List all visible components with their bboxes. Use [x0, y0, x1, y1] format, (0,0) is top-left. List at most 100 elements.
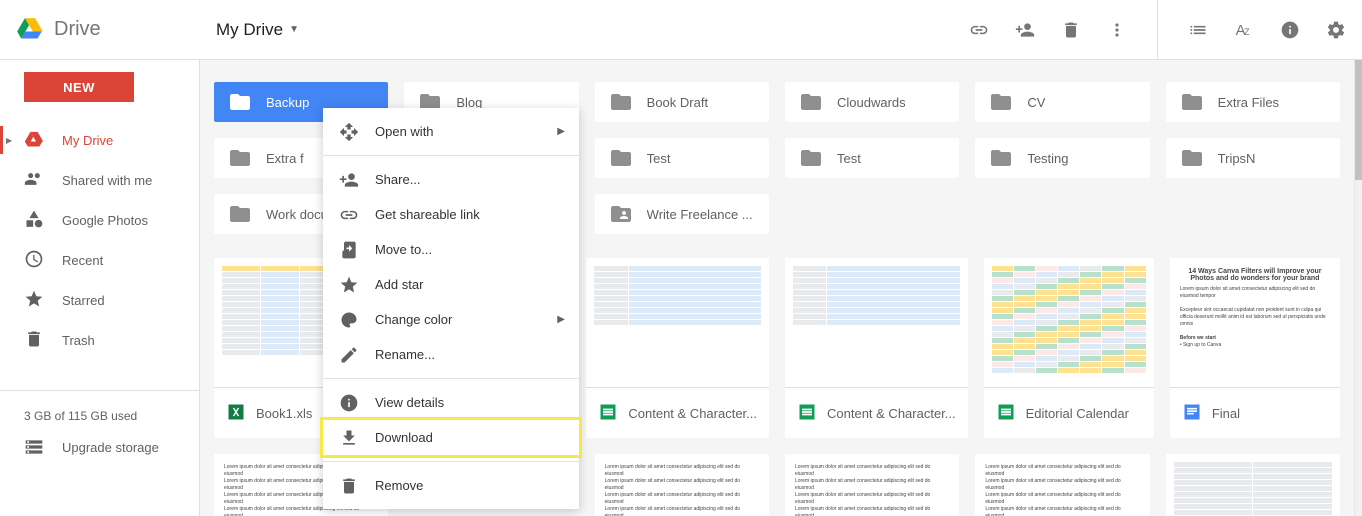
folder-icon	[989, 146, 1013, 170]
trash-icon	[24, 329, 62, 352]
vertical-scrollbar[interactable]	[1354, 60, 1362, 516]
menu-item-move-to[interactable]: Move to...	[323, 232, 579, 267]
folder-label: Testing	[1027, 151, 1068, 166]
menu-item-label: View details	[375, 395, 444, 410]
folder-icon	[228, 202, 252, 226]
storage-icon	[24, 437, 44, 457]
folder-label: Cloudwards	[837, 95, 906, 110]
menu-item-rename[interactable]: Rename...	[323, 337, 579, 372]
menu-item-get-shareable-link[interactable]: Get shareable link	[323, 197, 579, 232]
docs-file-icon	[1182, 402, 1212, 425]
sheets-file-icon	[996, 402, 1026, 425]
folder-card[interactable]: Cloudwards	[785, 82, 959, 122]
nav-list: ▶My DriveShared with me Google Photos Rece…	[0, 120, 199, 360]
sheets-file-icon	[797, 402, 827, 425]
chevron-down-icon: ▼	[289, 24, 299, 35]
folder-label: Test	[837, 151, 861, 166]
menu-item-label: Add star	[375, 277, 423, 292]
header: Drive My Drive ▼	[0, 0, 1362, 60]
folder-icon	[228, 146, 252, 170]
folder-label: Extra Files	[1218, 95, 1279, 110]
menu-item-open-with[interactable]: Open with▶	[323, 114, 579, 149]
nav-item-shared-with-me[interactable]: Shared with me	[0, 160, 199, 200]
file-card[interactable]: Content & Character...	[586, 258, 769, 438]
menu-item-remove[interactable]: Remove	[323, 468, 579, 503]
file-card[interactable]: Editorial Calendar	[984, 258, 1154, 438]
menu-item-share[interactable]: Share...	[323, 162, 579, 197]
folder-card[interactable]: CV	[975, 82, 1149, 122]
nav-item-label: Starred	[62, 293, 105, 308]
list-view-icon[interactable]	[1188, 20, 1208, 40]
menu-item-label: Open with	[375, 124, 434, 139]
logo-area[interactable]: Drive	[16, 14, 216, 45]
menu-item-add-star[interactable]: Add star	[323, 267, 579, 302]
drive-logo-icon	[16, 14, 44, 45]
nav-item-label: Recent	[62, 253, 103, 268]
file-card[interactable]: 14 Ways Canva Filters will Improve your …	[1170, 258, 1340, 438]
folder-card[interactable]: Write Freelance ...	[595, 194, 769, 234]
details-icon[interactable]	[1280, 20, 1300, 40]
folder-card[interactable]: TripsN	[1166, 138, 1340, 178]
get-link-icon[interactable]	[969, 20, 989, 40]
nav-item-my-drive[interactable]: ▶My Drive	[0, 120, 199, 160]
nav-item-label: My Drive	[62, 133, 113, 148]
folder-card[interactable]: Test	[785, 138, 959, 178]
my-drive-icon	[24, 129, 62, 152]
nav-item-google-photos[interactable]: Google Photos	[0, 200, 199, 240]
folder-card[interactable]: Testing	[975, 138, 1149, 178]
breadcrumb[interactable]: My Drive ▼	[216, 20, 299, 40]
add-person-icon[interactable]	[1015, 20, 1035, 40]
folder-card[interactable]: Extra Files	[1166, 82, 1340, 122]
menu-item-label: Share...	[375, 172, 421, 187]
context-menu: Open with▶ Share... Get shareable linkMove…	[323, 108, 579, 509]
shared-icon	[24, 169, 62, 192]
breadcrumb-label: My Drive	[216, 20, 283, 40]
folder-icon	[609, 146, 633, 170]
menu-item-view-details[interactable]: View details	[323, 385, 579, 420]
folder-label: Write Freelance ...	[647, 207, 753, 222]
settings-icon[interactable]	[1326, 20, 1346, 40]
menu-divider	[323, 155, 579, 156]
sidebar: NEW ▶My DriveShared with me Google Photos…	[0, 60, 200, 516]
folder-icon	[609, 90, 633, 114]
sheets-file-icon	[598, 402, 628, 425]
nav-item-label: Google Photos	[62, 213, 148, 228]
folder-label: CV	[1027, 95, 1045, 110]
nav-item-recent[interactable]: Recent	[0, 240, 199, 280]
download-icon	[339, 428, 359, 448]
delete-icon[interactable]	[1061, 20, 1081, 40]
more-options-icon[interactable]	[1107, 20, 1127, 40]
file-card[interactable]: Lorem ipsum dolor sit amet consectetur a…	[595, 454, 769, 516]
sort-icon[interactable]	[1234, 20, 1254, 40]
info-icon	[339, 393, 359, 413]
menu-divider	[323, 461, 579, 462]
menu-item-download[interactable]: Download	[323, 420, 579, 455]
file-card[interactable]: Content & Character...	[785, 258, 968, 438]
folder-icon	[1180, 146, 1204, 170]
shared-folder-icon	[609, 202, 633, 226]
file-name: Book1.xls	[256, 406, 312, 421]
file-card[interactable]: Lorem ipsum dolor sit amet consectetur a…	[785, 454, 959, 516]
menu-item-label: Remove	[375, 478, 423, 493]
upgrade-storage-link[interactable]: Upgrade storage	[24, 437, 199, 457]
menu-divider	[323, 378, 579, 379]
storage-text: 3 GB of 115 GB used	[24, 409, 199, 423]
excel-file-icon	[226, 402, 256, 425]
menu-item-change-color[interactable]: Change color▶	[323, 302, 579, 337]
file-card[interactable]: Lorem ipsum dolor sit amet consectetur a…	[975, 454, 1149, 516]
new-button[interactable]: NEW	[24, 72, 134, 102]
link-icon	[339, 205, 359, 225]
folder-card[interactable]: Test	[595, 138, 769, 178]
scroll-thumb[interactable]	[1355, 60, 1362, 180]
file-card[interactable]	[1166, 454, 1340, 516]
app-name: Drive	[54, 18, 101, 41]
folder-card[interactable]: Book Draft	[595, 82, 769, 122]
rename-icon	[339, 345, 359, 365]
palette-icon	[339, 310, 359, 330]
nav-item-trash[interactable]: Trash	[0, 320, 199, 360]
folder-icon	[799, 146, 823, 170]
menu-item-label: Download	[375, 430, 433, 445]
nav-item-starred[interactable]: Starred	[0, 280, 199, 320]
share-person-icon	[339, 170, 359, 190]
storage-section: 3 GB of 115 GB used Upgrade storage	[0, 390, 199, 457]
